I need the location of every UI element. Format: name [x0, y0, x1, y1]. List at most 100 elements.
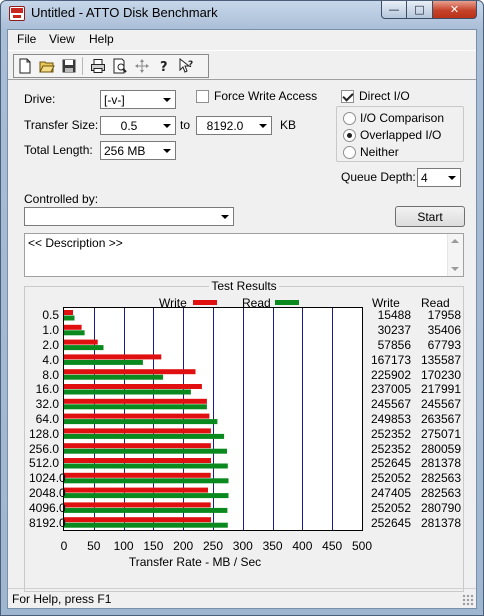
read-bar: [64, 359, 143, 365]
title-bar[interactable]: Untitled - ATTO Disk Benchmark — □ ✕: [1, 1, 483, 27]
read-value: 170230: [420, 367, 461, 382]
drive-value: [-v-]: [104, 93, 125, 107]
read-value: 217991: [420, 382, 461, 397]
write-bar: [64, 324, 82, 330]
write-legend-swatch: [193, 300, 217, 305]
read-value: 35406: [427, 323, 461, 338]
read-bar: [64, 448, 227, 454]
svg-text:?: ?: [188, 60, 193, 70]
open-folder-icon[interactable]: [37, 56, 57, 76]
category-label: 1024.0: [29, 471, 66, 486]
io-comparison-radio[interactable]: [343, 112, 356, 125]
read-bar: [64, 419, 218, 425]
total-length-value: 256 MB: [104, 144, 146, 158]
chevron-down-icon[interactable]: [216, 208, 233, 225]
write-value: 237005: [370, 382, 411, 397]
chevron-down-icon[interactable]: [158, 142, 175, 159]
write-value: 249853: [370, 412, 411, 426]
queue-depth-select[interactable]: 4: [417, 168, 461, 187]
resize-grip[interactable]: [462, 594, 474, 606]
total-length-select[interactable]: 256 MB: [100, 141, 176, 160]
print-icon[interactable]: [88, 56, 108, 76]
read-bar: [64, 404, 207, 410]
write-bar: [64, 384, 202, 389]
read-bar: [64, 433, 225, 439]
toolbar: ? ?: [8, 50, 476, 80]
maximize-button[interactable]: □: [407, 1, 433, 19]
read-bar: [64, 463, 228, 469]
write-bar: [64, 487, 208, 493]
category-label: 1.0: [42, 323, 59, 338]
close-button[interactable]: ✕: [433, 1, 477, 19]
drive-label: Drive:: [24, 92, 56, 106]
neither-label: Neither: [360, 145, 399, 159]
read-value: 280790: [420, 500, 461, 515]
read-bar: [64, 374, 164, 380]
queue-depth-value: 4: [421, 171, 428, 185]
transfer-to-select[interactable]: 8192.0: [196, 116, 272, 135]
status-bar: For Help, press F1: [8, 588, 476, 608]
direct-io-checkbox[interactable]: [341, 90, 354, 103]
read-bar: [64, 522, 228, 528]
controlled-by-label: Controlled by:: [24, 192, 99, 206]
read-bar: [64, 478, 229, 484]
write-bar: [64, 472, 211, 478]
start-button[interactable]: Start: [395, 206, 465, 227]
write-bar: [64, 443, 211, 449]
neither-radio[interactable]: [343, 146, 356, 159]
write-value: 57856: [377, 338, 411, 352]
write-value: 30237: [377, 323, 411, 338]
chevron-down-icon[interactable]: [443, 169, 460, 186]
overlapped-io-radio[interactable]: [343, 129, 356, 142]
category-label: 2.0: [42, 338, 59, 352]
transfer-from-select[interactable]: 0.5: [100, 116, 176, 135]
total-length-label: Total Length:: [24, 143, 93, 157]
description-scrollbar[interactable]: [447, 234, 463, 276]
direct-io-label: Direct I/O: [359, 89, 410, 103]
read-bar: [64, 330, 85, 336]
category-label: 32.0: [35, 397, 59, 412]
results-title-wrap: Test Results: [25, 279, 463, 293]
save-icon[interactable]: [59, 56, 79, 76]
to-label: to: [180, 118, 191, 132]
write-value: 247405: [370, 486, 411, 500]
force-write-checkbox[interactable]: [196, 90, 209, 103]
write-bar: [64, 310, 73, 315]
controlled-by-select[interactable]: [24, 207, 234, 226]
context-help-icon[interactable]: ?: [176, 56, 196, 76]
transfer-to-value: 8192.0: [206, 119, 244, 133]
description-box[interactable]: << Description >>: [24, 233, 464, 277]
category-label: 512.0: [29, 456, 60, 471]
app-icon[interactable]: [9, 6, 25, 21]
read-value: 280059: [420, 441, 461, 456]
minimize-button[interactable]: —: [381, 1, 407, 19]
menu-file[interactable]: File: [17, 32, 36, 46]
new-file-icon[interactable]: [15, 56, 35, 76]
menu-view[interactable]: View: [49, 32, 75, 46]
x-tick-label: 300: [232, 539, 253, 553]
scroll-up-icon[interactable]: [451, 239, 459, 243]
category-label: 16.0: [35, 382, 59, 397]
force-write-label: Force Write Access: [214, 89, 318, 103]
scroll-down-icon[interactable]: [451, 267, 459, 271]
help-icon[interactable]: ?: [154, 56, 174, 76]
read-value: 281378: [420, 456, 461, 471]
print-preview-icon[interactable]: [110, 56, 130, 76]
transfer-from-value: 0.5: [120, 119, 138, 133]
write-value: 252352: [370, 426, 411, 441]
window-controls: — □ ✕: [381, 1, 477, 19]
menu-help[interactable]: Help: [89, 32, 114, 46]
write-value: 252352: [370, 441, 411, 456]
category-label: 64.0: [35, 412, 59, 426]
move-icon[interactable]: [132, 56, 152, 76]
write-value: 252645: [370, 515, 411, 530]
category-label: 256.0: [29, 441, 60, 456]
drive-select[interactable]: [-v-]: [100, 90, 176, 109]
menu-bar: File View Help: [8, 30, 476, 49]
toolbar-buttons: ? ?: [13, 54, 209, 78]
chevron-down-icon[interactable]: [254, 117, 271, 134]
x-tick-label: 100: [113, 539, 134, 553]
chevron-down-icon[interactable]: [158, 117, 175, 134]
write-value: 225902: [370, 367, 411, 382]
chevron-down-icon[interactable]: [158, 91, 175, 108]
